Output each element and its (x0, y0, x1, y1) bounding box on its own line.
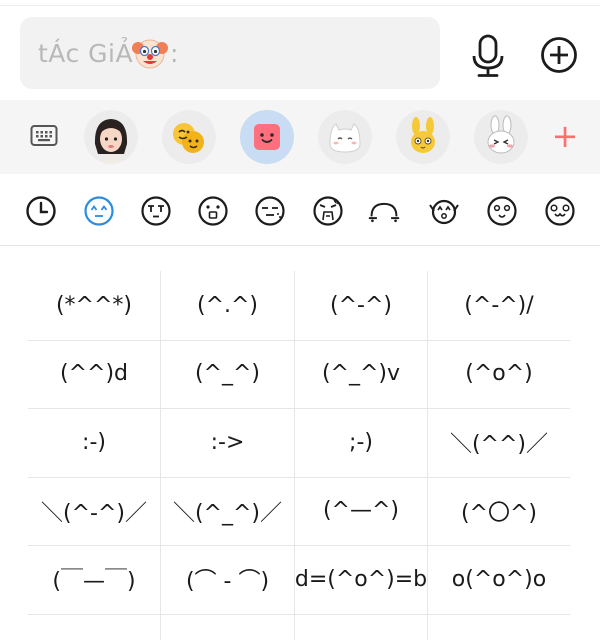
emoji-pair-sticker[interactable] (162, 110, 216, 164)
kaomoji-cell[interactable]: o(^o^)o (428, 545, 570, 613)
input-text: tÁc GiẢ (38, 39, 134, 68)
white-rabbit-sticker[interactable] (474, 110, 528, 164)
kaomoji-cell[interactable]: ＼(^-^)／ (28, 477, 160, 545)
angry-face-icon[interactable] (312, 195, 344, 227)
kaomoji-cell[interactable]: (^_^)v (295, 340, 427, 408)
kaomoji-cell[interactable]: ＼(^^)／ (428, 408, 570, 476)
kaomoji-cell[interactable]: ;-) (295, 408, 427, 476)
yellow-bunny-sticker[interactable] (396, 110, 450, 164)
kaomoji-cell[interactable]: :-> (161, 408, 294, 476)
shocked-face-icon[interactable] (486, 195, 518, 227)
girl-avatar-sticker[interactable] (84, 110, 138, 164)
clock-icon[interactable] (25, 195, 57, 227)
plus-circle-icon[interactable] (540, 36, 578, 74)
grid-divider (28, 614, 570, 615)
kaomoji-cell[interactable]: (￣—￣) (28, 545, 160, 613)
kaomoji-cell[interactable]: :-) (28, 408, 160, 476)
clown-emoji-icon (132, 39, 168, 69)
kaomoji-cell[interactable]: (^-^)/ (428, 271, 570, 339)
kaomoji-cell[interactable]: (^.^) (161, 271, 294, 339)
sticker-pack-bar: + (0, 100, 600, 174)
kaomoji-cell[interactable]: d=(^o^)=b (295, 545, 427, 613)
kaomoji-cell[interactable]: (^-^) (295, 271, 427, 339)
input-row: tÁc GiẢ : (0, 6, 600, 100)
keyboard-icon[interactable] (30, 124, 58, 148)
happy-face-icon[interactable] (83, 195, 115, 227)
bear-face-icon[interactable] (544, 195, 576, 227)
kaomoji-category-bar (0, 174, 600, 246)
sleepy-face-icon[interactable] (254, 195, 286, 227)
kaomoji-cell[interactable]: (*^^*) (28, 271, 160, 339)
input-suffix: : (170, 39, 179, 68)
kaomoji-cell[interactable]: ＼(^_^)／ (161, 477, 294, 545)
kaomoji-cell[interactable]: (^—^) (295, 477, 427, 545)
pink-face-sticker (254, 124, 280, 150)
pink-face-sticker-tab[interactable] (240, 110, 294, 164)
kaomoji-cell[interactable]: (^_^) (161, 340, 294, 408)
surprised-face-icon[interactable] (197, 195, 229, 227)
kaomoji-cell[interactable]: (^^)d (28, 340, 160, 408)
message-input[interactable]: tÁc GiẢ : (20, 17, 440, 89)
peeking-face-icon[interactable] (368, 195, 400, 227)
kaomoji-cell[interactable]: (^o^) (428, 340, 570, 408)
kaomoji-grid-area: (*^^*) (^.^) (^-^) (^-^)/(^^)d (^_^) (^_^)v (^… (0, 247, 600, 640)
kaomoji-cell[interactable]: (^〇^) (428, 477, 570, 545)
white-cat-sticker[interactable] (318, 110, 372, 164)
microphone-icon[interactable] (470, 34, 506, 78)
cheering-face-icon[interactable] (428, 195, 460, 227)
crying-face-icon[interactable] (140, 195, 172, 227)
kaomoji-cell[interactable]: (⌒ - ⌒) (161, 545, 294, 613)
add-sticker-button[interactable]: + (550, 116, 580, 156)
